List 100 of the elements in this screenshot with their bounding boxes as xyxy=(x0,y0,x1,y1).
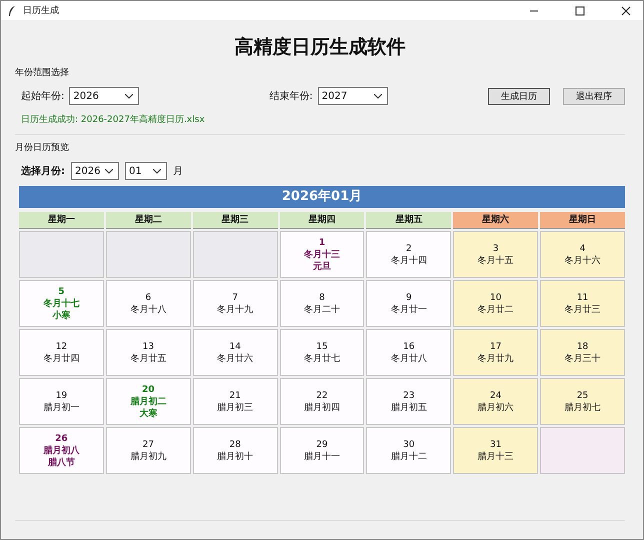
month-dropdown[interactable]: 01 xyxy=(125,162,167,180)
chevron-down-icon xyxy=(125,94,134,98)
day-cell[interactable]: 9 冬月廿一 xyxy=(366,280,452,327)
day-cell[interactable]: 15 冬月廿七 xyxy=(280,329,364,376)
day-cell[interactable]: 20 腊月初二 大寒 xyxy=(106,378,191,425)
day-number: 10 xyxy=(490,292,502,304)
field-label: 结束年份: xyxy=(269,90,313,103)
day-number: 9 xyxy=(406,292,412,304)
day-number: 11 xyxy=(576,292,588,304)
lunar-date: 腊月十二 xyxy=(390,450,427,462)
festival-label: 小寒 xyxy=(52,310,70,322)
day-cell[interactable]: 22 腊月初四 xyxy=(280,378,364,425)
day-cell[interactable]: 29 腊月十一 xyxy=(280,427,364,474)
day-number: 29 xyxy=(316,438,328,450)
group-label: 月份日历预览 xyxy=(15,142,70,154)
day-cell[interactable]: 17 冬月廿九 xyxy=(453,329,538,376)
lunar-date: 腊月初八 xyxy=(43,444,80,456)
day-number: 6 xyxy=(145,292,152,304)
day-number: 17 xyxy=(490,340,502,352)
lunar-date: 冬月十五 xyxy=(478,254,514,266)
lunar-date: 冬月十九 xyxy=(217,304,254,316)
group-label: 年份范围选择 xyxy=(15,66,70,79)
day-cell[interactable]: 27 腊月初九 xyxy=(106,427,191,474)
year-dropdown[interactable]: 2027 xyxy=(318,87,388,105)
lunar-date: 冬月二十 xyxy=(304,304,340,316)
day-number: 26 xyxy=(55,432,68,444)
weekday-header: 星期一 xyxy=(19,212,104,229)
lunar-date: 冬月廿七 xyxy=(304,352,340,364)
close-icon[interactable] xyxy=(621,6,631,16)
lunar-date: 腊月十一 xyxy=(304,450,340,462)
lunar-date: 腊月十三 xyxy=(478,450,514,462)
day-cell[interactable]: 19 腊月初一 xyxy=(19,378,104,425)
day-number: 18 xyxy=(576,340,588,352)
day-cell[interactable]: 8 冬月二十 xyxy=(280,280,364,327)
lunar-date: 腊月初三 xyxy=(217,402,254,414)
generate-button[interactable]: 生成日历 xyxy=(488,88,550,104)
festival-label: 元旦 xyxy=(312,260,331,272)
day-number: 7 xyxy=(232,292,238,304)
day-number: 30 xyxy=(403,438,415,450)
exit-button[interactable]: 退出程序 xyxy=(563,88,625,104)
lunar-date: 冬月廿八 xyxy=(390,352,427,364)
lunar-date: 冬月十四 xyxy=(390,254,427,266)
maximize-icon[interactable] xyxy=(575,6,585,16)
lunar-date: 冬月廿六 xyxy=(217,352,254,364)
lunar-date: 冬月十八 xyxy=(130,304,166,316)
day-cell[interactable]: 25 腊月初七 xyxy=(540,378,625,425)
day-number: 23 xyxy=(403,390,415,402)
day-cell[interactable]: 6 冬月十八 xyxy=(106,280,191,327)
app-heading: 高精度日历生成软件 xyxy=(234,35,406,60)
lunar-date: 冬月廿二 xyxy=(478,304,514,316)
day-cell[interactable]: 11 冬月廿三 xyxy=(540,280,625,327)
weekday-header: 星期六 xyxy=(453,212,538,229)
day-cell[interactable]: 13 冬月廿五 xyxy=(106,329,191,376)
weekday-header: 星期二 xyxy=(106,212,191,229)
lunar-date: 腊月初二 xyxy=(130,396,166,408)
lunar-date: 腊月初五 xyxy=(390,402,427,414)
lunar-date: 腊月初一 xyxy=(43,402,80,414)
festival-label: 腊八节 xyxy=(48,456,75,468)
day-cell[interactable]: 16 冬月廿八 xyxy=(366,329,452,376)
day-number: 22 xyxy=(316,390,328,402)
day-cell[interactable]: 24 腊月初六 xyxy=(453,378,538,425)
window-title: 日历生成 xyxy=(23,4,59,17)
day-cell[interactable]: 1 冬月十三 元旦 xyxy=(280,231,364,278)
day-cell[interactable]: 21 腊月初三 xyxy=(192,378,278,425)
lunar-date: 冬月廿九 xyxy=(478,352,514,364)
day-cell[interactable]: 3 冬月十五 xyxy=(453,231,538,278)
month-banner: 2026年01月 xyxy=(19,186,625,208)
day-cell[interactable]: 30 腊月十二 xyxy=(366,427,452,474)
day-cell[interactable]: 12 冬月廿四 xyxy=(19,329,104,376)
lunar-date: 冬月廿一 xyxy=(390,304,427,316)
year-dropdown[interactable]: 2026 xyxy=(69,87,140,105)
lunar-date: 冬月廿四 xyxy=(43,352,80,364)
day-cell[interactable]: 7 冬月十九 xyxy=(192,280,278,327)
day-cell[interactable]: 4 冬月十六 xyxy=(540,231,625,278)
day-number: 1 xyxy=(318,236,326,248)
day-cell[interactable]: 26 腊月初八 腊八节 xyxy=(19,427,104,474)
year-dropdown[interactable]: 2026 xyxy=(71,162,119,180)
day-cell[interactable]: 2 冬月十四 xyxy=(366,231,452,278)
day-number: 25 xyxy=(576,390,588,402)
day-number: 13 xyxy=(142,340,154,352)
day-number: 31 xyxy=(490,438,502,450)
day-number: 21 xyxy=(229,390,241,402)
festival-label: 大寒 xyxy=(139,408,158,420)
day-number: 15 xyxy=(316,340,328,352)
weekday-header: 星期五 xyxy=(366,212,452,229)
day-cell[interactable]: 18 冬月三十 xyxy=(540,329,625,376)
day-cell[interactable]: 23 腊月初五 xyxy=(366,378,452,425)
lunar-date: 腊月初四 xyxy=(304,402,340,414)
day-cell[interactable]: 28 腊月初十 xyxy=(192,427,278,474)
lunar-date: 腊月初十 xyxy=(217,450,254,462)
day-cell[interactable]: 10 冬月廿二 xyxy=(453,280,538,327)
day-cell[interactable]: 14 冬月廿六 xyxy=(192,329,278,376)
day-number: 16 xyxy=(403,340,415,352)
lunar-date: 冬月廿五 xyxy=(130,352,166,364)
day-cell[interactable]: 31 腊月十三 xyxy=(453,427,538,474)
lunar-date: 冬月十三 xyxy=(304,248,340,260)
day-number: 27 xyxy=(142,438,154,450)
day-cell[interactable]: 5 冬月十七 小寒 xyxy=(19,280,104,327)
weekday-header: 星期三 xyxy=(192,212,278,229)
field-label: 选择月份: xyxy=(21,164,65,178)
